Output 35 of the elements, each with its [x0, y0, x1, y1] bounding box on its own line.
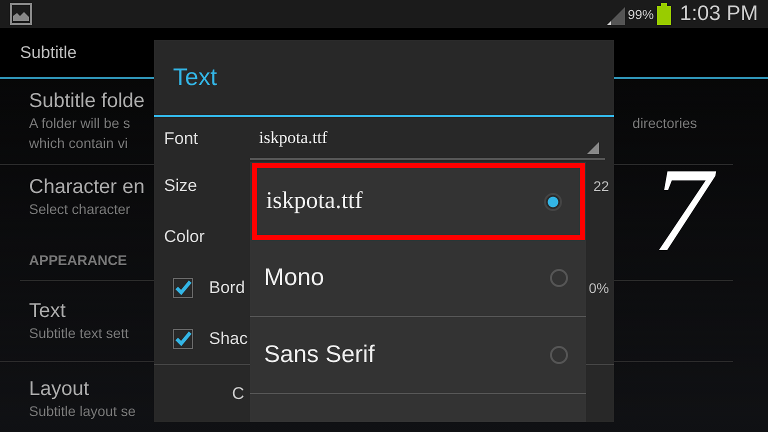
dropdown-option[interactable]: Sans Serif: [250, 317, 586, 394]
font-dropdown[interactable]: iskpota.ttf: [250, 117, 605, 160]
dropdown-option[interactable]: iskpota.ttf: [252, 163, 585, 240]
section-header: APPEARANCE: [29, 252, 128, 268]
setting-title[interactable]: Subtitle folde: [29, 89, 145, 113]
radio-button[interactable]: [550, 269, 568, 287]
setting-summary: A folder will be s: [29, 114, 130, 133]
field-value: 22: [593, 178, 609, 194]
setting-summary: directories: [632, 114, 697, 133]
field-label: Bord: [209, 278, 245, 298]
battery-icon: [656, 3, 671, 25]
field-value: 0%: [588, 280, 609, 296]
radio-button[interactable]: [544, 192, 562, 210]
dialog-title: Text: [173, 64, 218, 92]
setting-summary: Subtitle text sett: [29, 324, 129, 343]
checkbox[interactable]: [173, 278, 193, 298]
field-label: Shac: [209, 328, 248, 348]
setting-summary: Subtitle layout se: [29, 402, 136, 421]
field-label: Color: [164, 226, 206, 246]
clock: 1:03 PM: [680, 2, 758, 26]
setting-title[interactable]: Text: [29, 299, 66, 323]
dropdown-option[interactable]: Mono: [250, 240, 586, 317]
screen-title: Subtitle: [20, 42, 77, 62]
cancel-button[interactable]: C: [154, 365, 244, 422]
setting-summary: Select character: [29, 200, 130, 219]
setting-title[interactable]: Layout: [29, 377, 90, 401]
checkbox[interactable]: [173, 328, 193, 348]
gallery-icon: [10, 3, 32, 25]
signal-icon: [606, 7, 625, 25]
field-label: Font: [164, 128, 200, 148]
field-label: Size: [164, 176, 198, 196]
battery-percent: 99%: [628, 6, 654, 22]
setting-summary: which contain vi: [29, 134, 128, 153]
radio-button[interactable]: [550, 346, 568, 364]
setting-title[interactable]: Character en: [29, 175, 145, 199]
